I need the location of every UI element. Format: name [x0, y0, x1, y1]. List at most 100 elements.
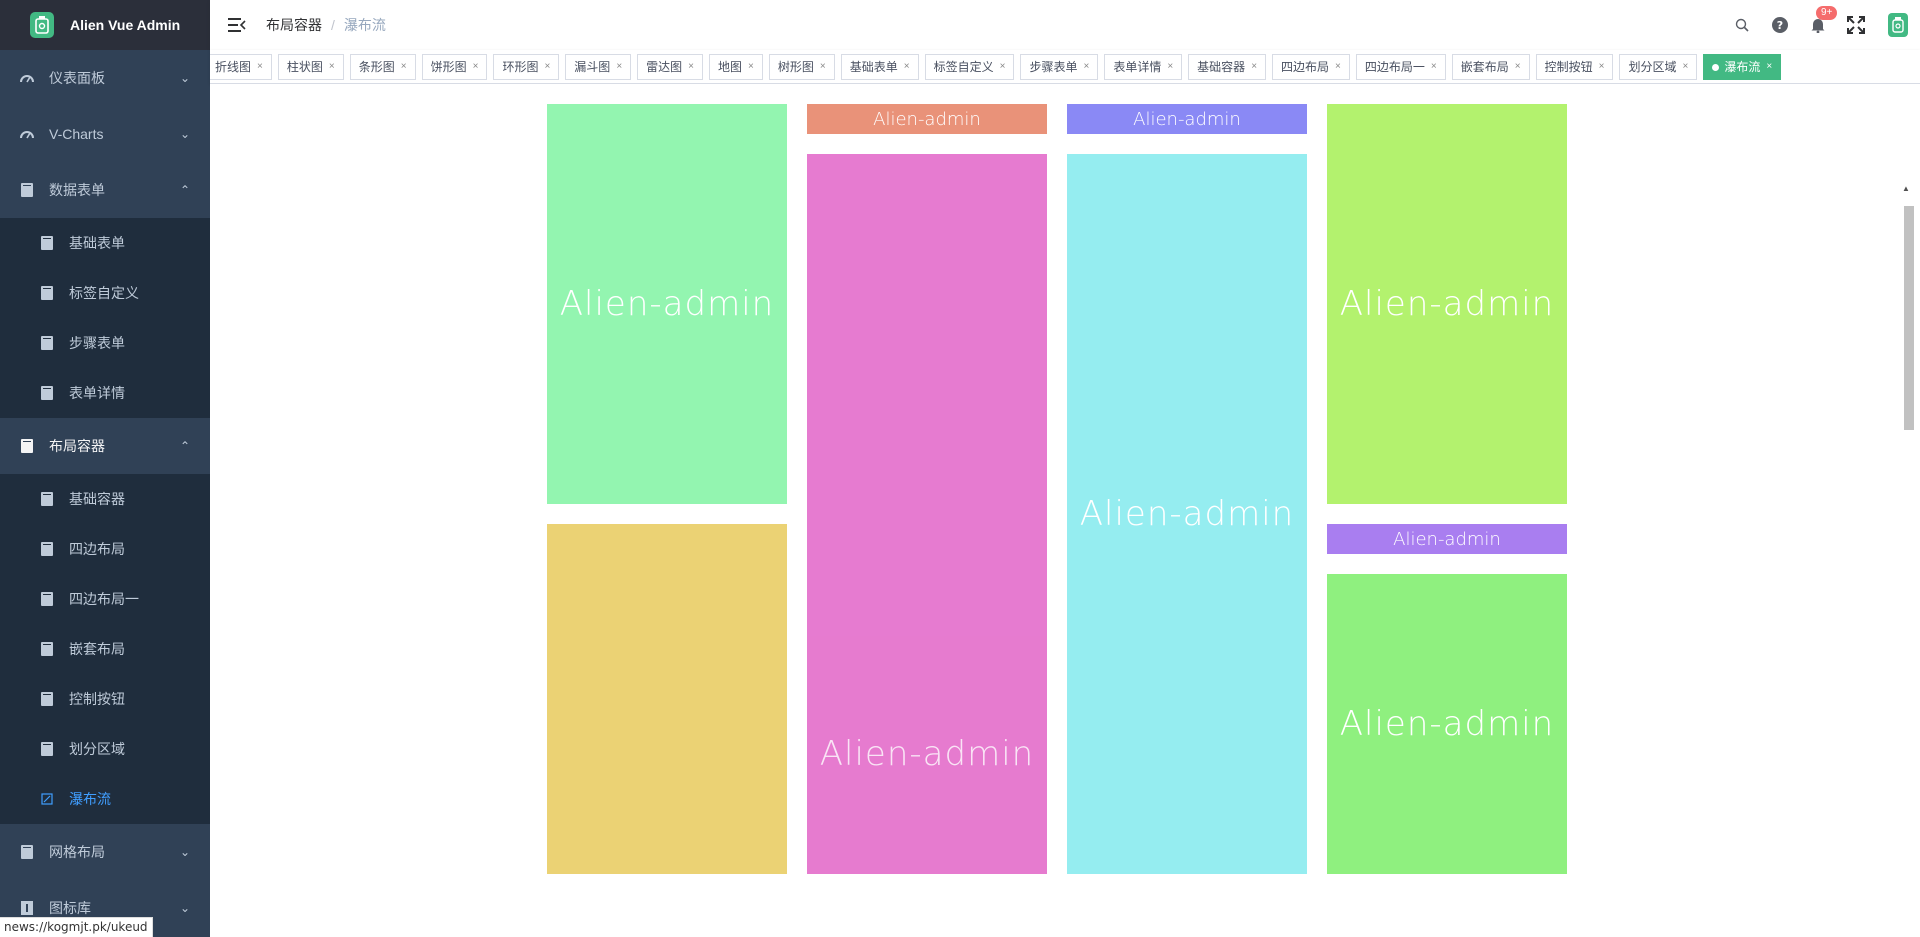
vertical-scrollbar[interactable]: ▲ ▼ [1902, 184, 1914, 937]
waterfall-card: Alien-admin [1067, 104, 1307, 134]
close-icon[interactable]: × [1251, 55, 1257, 79]
tag-label: 标签自定义 [933, 60, 994, 74]
sidebar-item-four-side-one[interactable]: 四边布局一 [0, 574, 210, 624]
close-icon[interactable]: × [401, 55, 407, 79]
tag-item[interactable]: 折线图 × [210, 54, 272, 80]
tag-label: 四边布局一 [1364, 60, 1425, 74]
sidebar-item-divide-area[interactable]: 划分区域 [0, 724, 210, 774]
menu-icon-library-label: 图标库 [49, 900, 91, 916]
scrollbar-track[interactable] [1904, 194, 1914, 937]
card-text: Alien-admin [559, 284, 775, 324]
edit-icon [40, 792, 54, 806]
sidebar-item-basic-form[interactable]: 基础表单 [0, 218, 210, 268]
tag-item[interactable]: 柱状图 × [277, 54, 344, 80]
close-icon[interactable]: × [616, 55, 622, 79]
waterfall-card: Alien-admin [1327, 574, 1567, 874]
close-icon[interactable]: × [1599, 55, 1605, 79]
sidebar-item-waterfall[interactable]: 瀑布流 [0, 774, 210, 824]
breadcrumb-separator: / [331, 17, 335, 33]
sidebar-item-four-side[interactable]: 四边布局 [0, 524, 210, 574]
sidebar-item-basic-container[interactable]: 基础容器 [0, 474, 210, 524]
search-icon[interactable] [1732, 15, 1752, 35]
card-text: Alien-admin [1393, 528, 1501, 550]
close-icon[interactable]: × [748, 55, 754, 79]
breadcrumb-item-waterfall: 瀑布流 [343, 17, 386, 33]
avatar[interactable] [1888, 13, 1908, 37]
sidebar-item-custom-tags[interactable]: 标签自定义 [0, 268, 210, 318]
close-icon[interactable]: × [1766, 55, 1772, 79]
tag-item[interactable]: 树形图 × [768, 54, 835, 80]
tag-item[interactable]: 四边布局一 × [1355, 54, 1446, 80]
close-icon[interactable]: × [257, 55, 263, 79]
close-icon[interactable]: × [329, 55, 335, 79]
tag-item[interactable]: 四边布局 × [1272, 54, 1350, 80]
breadcrumb-item-layout[interactable]: 布局容器 [266, 15, 322, 35]
document-icon [40, 642, 54, 656]
hamburger-icon[interactable] [227, 15, 247, 35]
menu-dashboard[interactable]: 仪表面板 ⌄ [0, 50, 210, 106]
document-icon [40, 336, 54, 350]
close-icon[interactable]: × [473, 55, 479, 79]
menu-vcharts[interactable]: V-Charts ⌄ [0, 106, 210, 162]
menu-layout-label: 布局容器 [49, 438, 105, 454]
chevron-up-icon: ⌃ [179, 439, 190, 453]
info-icon [20, 901, 34, 915]
close-icon[interactable]: × [820, 55, 826, 79]
close-icon[interactable]: × [904, 55, 910, 79]
close-icon[interactable]: × [1000, 55, 1006, 79]
close-icon[interactable]: × [1335, 55, 1341, 79]
tag-item[interactable]: 标签自定义 × [924, 54, 1015, 80]
navbar-right-menu: ? 9+ [1732, 0, 1920, 50]
active-dot-icon [1712, 63, 1720, 71]
tag-item[interactable]: 环形图 × [493, 54, 560, 80]
breadcrumb: 布局容器 / 瀑布流 [266, 15, 386, 35]
tag-item[interactable]: 基础表单 × [840, 54, 919, 80]
tag-item[interactable]: 条形图 × [349, 54, 416, 80]
sidebar-item-form-detail[interactable]: 表单详情 [0, 368, 210, 418]
chevron-down-icon: ⌄ [179, 901, 190, 915]
menu-grid-layout[interactable]: 网格布局 ⌄ [0, 824, 210, 880]
tag-item[interactable]: 瀑布流 × [1703, 54, 1782, 80]
help-icon[interactable]: ? [1770, 15, 1790, 35]
tag-item[interactable]: 雷达图 × [637, 54, 704, 80]
tag-item[interactable]: 地图 × [709, 54, 763, 80]
close-icon[interactable]: × [1682, 55, 1688, 79]
navbar: 布局容器 / 瀑布流 ? 9+ [210, 0, 1920, 50]
fullscreen-icon[interactable] [1846, 15, 1866, 35]
tag-item[interactable]: 基础容器 × [1188, 54, 1267, 80]
sidebar-logo[interactable]: Alien Vue Admin [0, 0, 210, 50]
document-icon [40, 492, 54, 506]
close-icon[interactable]: × [1431, 55, 1437, 79]
document-icon [40, 692, 54, 706]
sidebar-item-label: 四边布局 [69, 541, 125, 557]
close-icon[interactable]: × [544, 55, 550, 79]
app-title: Alien Vue Admin [70, 17, 181, 33]
card-text: Alien-admin [873, 108, 981, 130]
document-icon [40, 592, 54, 606]
scroll-up-arrow-icon[interactable]: ▲ [1902, 184, 1910, 193]
tag-item[interactable]: 划分区域 × [1619, 54, 1698, 80]
menu-data-form[interactable]: 数据表单 ⌃ [0, 162, 210, 218]
tag-item[interactable]: 漏斗图 × [565, 54, 632, 80]
sidebar-item-label: 步骤表单 [69, 335, 125, 351]
close-icon[interactable]: × [1083, 55, 1089, 79]
sidebar-item-control-button[interactable]: 控制按钮 [0, 674, 210, 724]
tag-item[interactable]: 步骤表单 × [1020, 54, 1099, 80]
sidebar-item-nested-layout[interactable]: 嵌套布局 [0, 624, 210, 674]
menu-layout[interactable]: 布局容器 ⌃ [0, 418, 210, 474]
sidebar-item-label: 表单详情 [69, 385, 125, 401]
tag-item[interactable]: 嵌套布局 × [1451, 54, 1530, 80]
close-icon[interactable]: × [1515, 55, 1521, 79]
close-icon[interactable]: × [1167, 55, 1173, 79]
sidebar-item-step-form[interactable]: 步骤表单 [0, 318, 210, 368]
tag-item[interactable]: 表单详情 × [1104, 54, 1183, 80]
tag-label: 基础表单 [849, 60, 898, 74]
tag-item[interactable]: 饼形图 × [421, 54, 488, 80]
close-icon[interactable]: × [688, 55, 694, 79]
tag-label: 瀑布流 [1724, 60, 1761, 74]
tag-item[interactable]: 控制按钮 × [1535, 54, 1614, 80]
notification-bell-icon[interactable]: 9+ [1808, 6, 1838, 35]
dashboard-icon [20, 127, 34, 141]
scrollbar-thumb[interactable] [1904, 206, 1914, 430]
card-text: Alien-admin [1339, 284, 1555, 324]
